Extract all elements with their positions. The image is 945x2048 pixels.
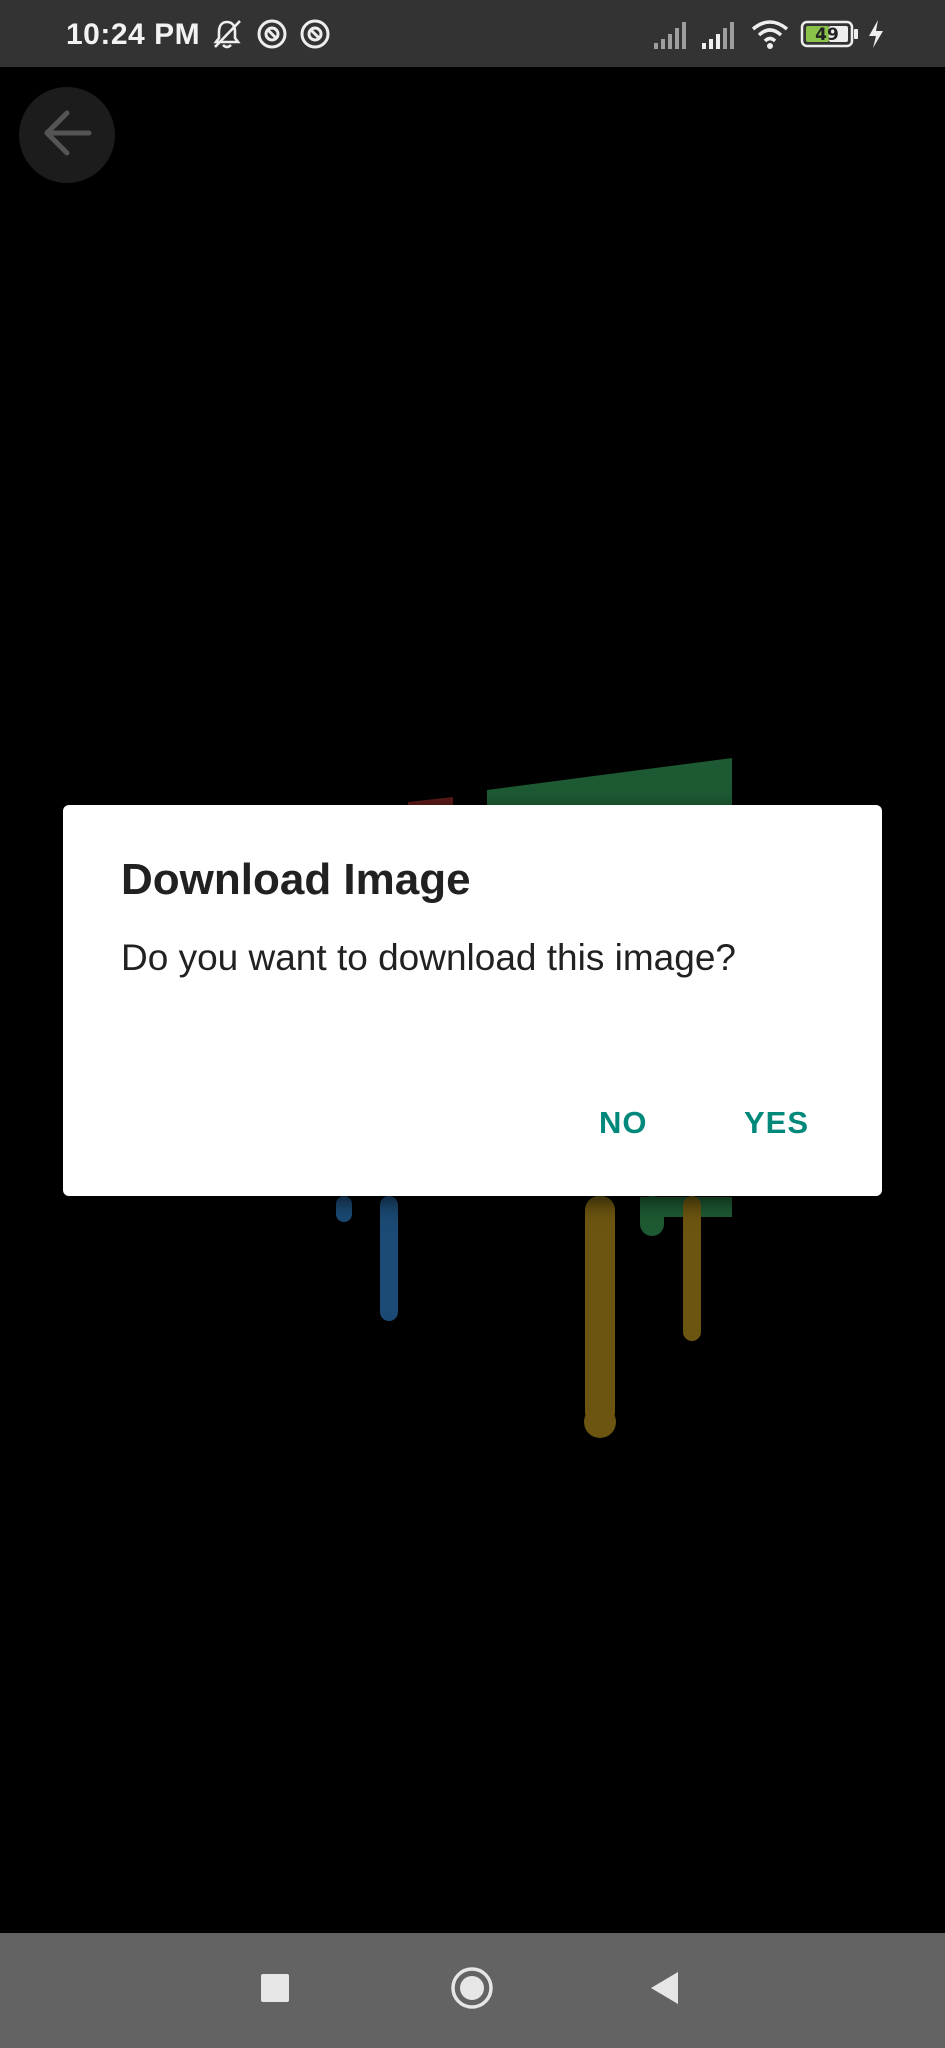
home-circle-icon	[450, 1966, 494, 2015]
dialog-message: Do you want to download this image?	[121, 937, 736, 978]
signal-icon	[700, 17, 738, 51]
screen: 10:24 PM 49 Download Image Do you want t…	[0, 0, 945, 2048]
home-button[interactable]	[441, 1959, 503, 2021]
charging-icon	[866, 17, 886, 51]
status-bar: 10:24 PM 49	[0, 0, 945, 67]
arrow-left-icon	[39, 105, 95, 166]
sync-icon	[298, 17, 332, 51]
recents-button[interactable]	[244, 1959, 306, 2021]
dialog-title: Download Image	[121, 855, 471, 904]
navigation-bar	[0, 1933, 945, 2048]
bell-off-icon	[210, 17, 244, 51]
back-button[interactable]	[19, 87, 115, 183]
signal-icon	[652, 17, 690, 51]
sync-icon	[255, 17, 289, 51]
recents-square-icon	[260, 1973, 290, 2008]
battery-icon: 49	[800, 17, 860, 51]
back-triangle-icon	[648, 1970, 682, 2011]
download-dialog: Download Image Do you want to download t…	[63, 805, 882, 1196]
yes-button[interactable]: YES	[730, 1095, 823, 1151]
no-button[interactable]: NO	[585, 1095, 662, 1151]
nav-back-button[interactable]	[634, 1959, 696, 2021]
battery-level: 49	[815, 25, 839, 45]
status-time: 10:24 PM	[66, 18, 201, 51]
wifi-icon	[750, 17, 790, 51]
